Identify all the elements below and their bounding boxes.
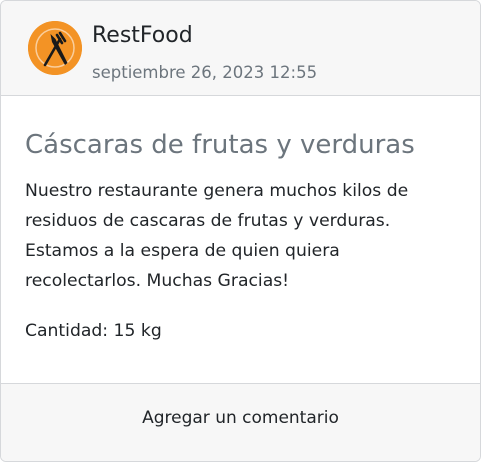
post-quantity: Cantidad: 15 kg [25, 321, 162, 341]
author-name: RestFood [92, 23, 193, 48]
post-footer: Agregar un comentario [1, 383, 480, 461]
post-description: Nuestro restaurante genera muchos kilos … [25, 181, 409, 291]
fork-knife-icon [28, 21, 82, 75]
post-date: septiembre 26, 2023 12:55 [92, 63, 318, 82]
post-title: Cáscaras de frutas y verduras [25, 130, 415, 160]
add-comment-button[interactable]: Agregar un comentario [1, 384, 480, 452]
post-header: RestFood septiembre 26, 2023 12:55 [1, 1, 480, 96]
avatar [28, 21, 82, 75]
post-card: RestFood septiembre 26, 2023 12:55 Cásca… [0, 0, 481, 462]
